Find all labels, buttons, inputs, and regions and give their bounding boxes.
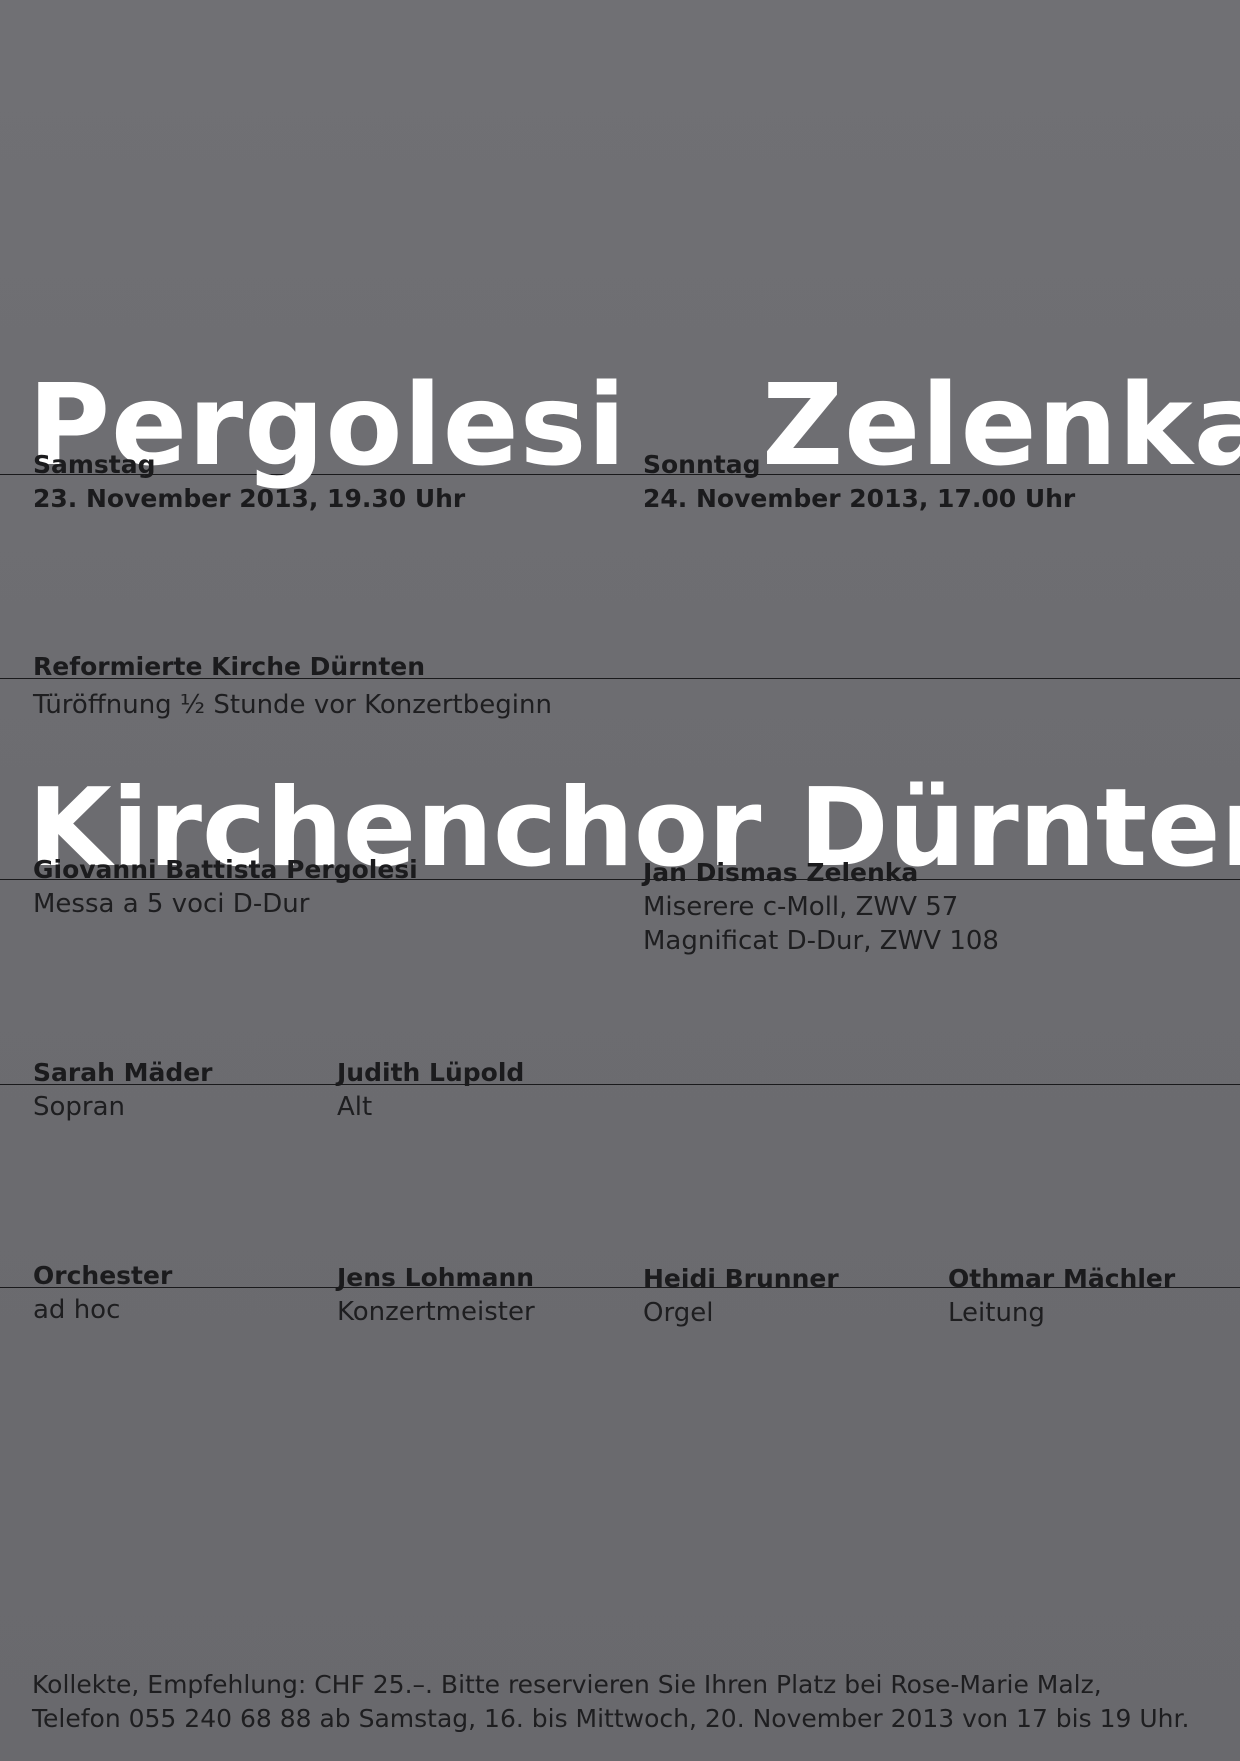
venue-name: Reformierte Kirche Dürnten xyxy=(33,652,426,681)
concert-poster: Pergolesi Zelenka Kirchenchor Dürnten Sa… xyxy=(0,0,1240,1761)
footer-line: Telefon 055 240 68 88 ab Samstag, 16. bi… xyxy=(32,1704,1190,1733)
ensemble-name: Jens Lohmann xyxy=(337,1263,535,1292)
concert-1-datetime: 23. November 2013, 19.30 Uhr xyxy=(33,484,466,513)
soloist-role: Alt xyxy=(337,1092,373,1122)
soloist-name: Sarah Mäder xyxy=(33,1058,213,1087)
ensemble-role: Konzertmeister xyxy=(337,1297,535,1327)
concert-1-day: Samstag xyxy=(33,450,156,479)
program-composer-zelenka: Jan Dismas Zelenka xyxy=(643,858,919,887)
ensemble-name: Othmar Mächler xyxy=(948,1264,1176,1293)
soloist-name: Judith Lüpold xyxy=(337,1058,525,1087)
concert-2-datetime: 24. November 2013, 17.00 Uhr xyxy=(643,484,1076,513)
ensemble-name: Orchester xyxy=(33,1261,173,1290)
program-work: Magnificat D-Dur, ZWV 108 xyxy=(643,926,999,956)
ensemble-role: Leitung xyxy=(948,1298,1045,1328)
program-composer-pergolesi: Giovanni Battista Pergolesi xyxy=(33,855,418,884)
ensemble-role: Orgel xyxy=(643,1298,714,1328)
footer-line: Kollekte, Empfehlung: CHF 25.–. Bitte re… xyxy=(32,1670,1102,1699)
venue-note: Türöffnung ½ Stunde vor Konzertbeginn xyxy=(33,690,552,720)
concert-2-day: Sonntag xyxy=(643,450,761,479)
footer-reservation-info: Kollekte, Empfehlung: CHF 25.–. Bitte re… xyxy=(32,1668,1212,1736)
program-work: Messa a 5 voci D-Dur xyxy=(33,889,310,919)
program-work: Miserere c-Moll, ZWV 57 xyxy=(643,892,959,922)
heading-zelenka: Zelenka xyxy=(762,361,1240,491)
soloist-role: Sopran xyxy=(33,1092,126,1122)
ensemble-role: ad hoc xyxy=(33,1295,121,1325)
ensemble-name: Heidi Brunner xyxy=(643,1264,839,1293)
